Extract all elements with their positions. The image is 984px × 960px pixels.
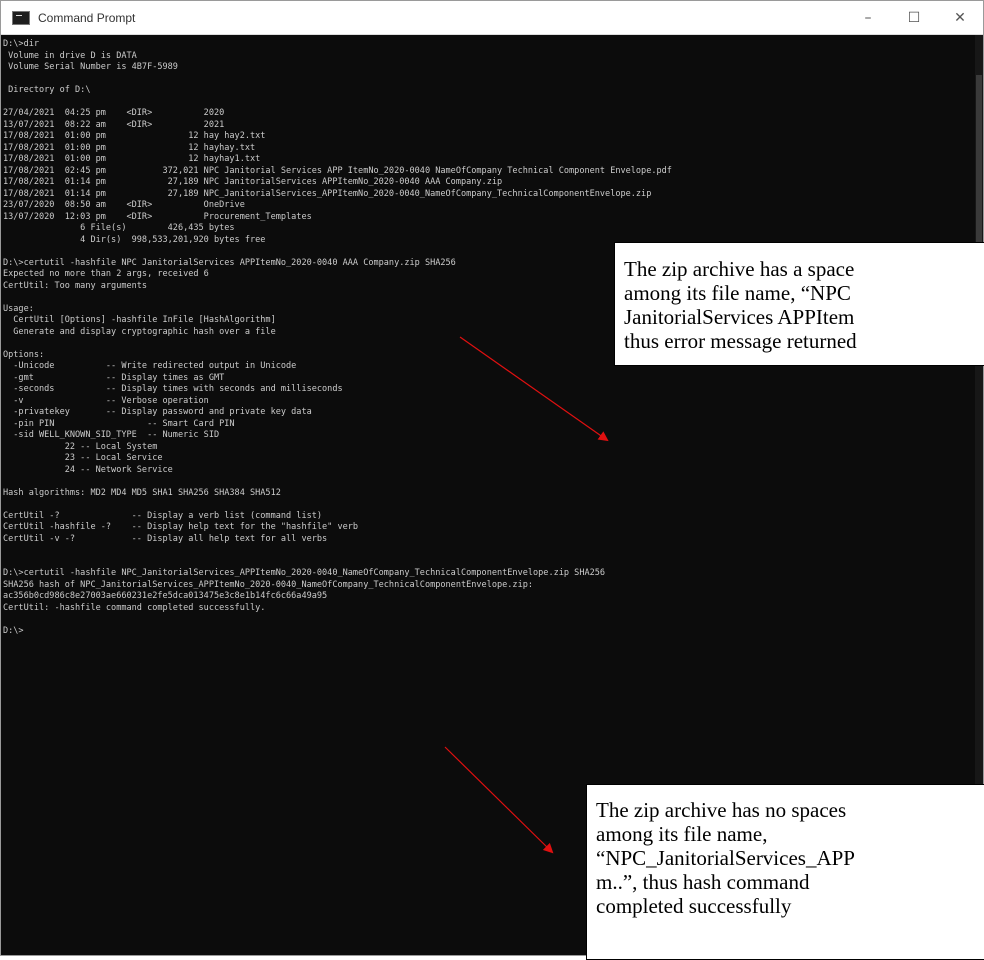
callout-line: The zip archive has a space xyxy=(624,257,855,281)
console-line: Hash algorithms: MD2 MD4 MD5 SHA1 SHA256… xyxy=(3,487,281,498)
console-line: 24 -- Network Service xyxy=(3,464,173,475)
console-line: D:\>certutil -hashfile NPC_JanitorialSer… xyxy=(3,568,606,578)
console-line: 17/08/2021 01:00 pm 12 hayhay1.txt xyxy=(3,154,261,164)
console-line: CertUtil -hashfile -? -- Display help te… xyxy=(3,522,359,532)
console-line: -privatekey -- Display password and priv… xyxy=(3,407,312,417)
console-line: 6 File(s) 426,435 bytes xyxy=(3,223,235,233)
console-line: CertUtil -v -? -- Display all help text … xyxy=(3,533,328,544)
console-line: ac356b0cd986c8e27003ae660231e2fe5dca0134… xyxy=(3,591,328,601)
window-title: Command Prompt xyxy=(38,10,136,25)
callout-line: “NPC_JanitorialServices_APP xyxy=(596,846,855,870)
title-bar[interactable]: Command Prompt – ☐ ✕ xyxy=(1,1,983,35)
callout-line: completed successfully xyxy=(596,894,792,918)
callout-line: m..”, thus hash command xyxy=(596,870,810,894)
console-line: 13/07/2021 08:22 am <DIR> 2021 xyxy=(3,119,225,130)
console-line: -pin PIN -- Smart Card PIN xyxy=(3,418,235,429)
callout-line: thus error message returned xyxy=(624,329,857,353)
callout-line: among its file name, “NPC xyxy=(624,281,851,305)
minimize-button[interactable]: – xyxy=(845,1,891,35)
console-line: -v -- Verbose operation xyxy=(3,395,209,406)
annotation-callout-space-error: The zip archive has a space among its fi… xyxy=(614,242,984,366)
console-line: 17/08/2021 01:14 pm 27,189 NPC Janitoria… xyxy=(3,177,503,187)
console-line: SHA256 hash of NPC_JanitorialServices_AP… xyxy=(3,579,534,590)
console-line: -sid WELL_KNOWN_SID_TYPE -- Numeric SID xyxy=(3,430,220,440)
console-line: D:\> xyxy=(3,625,24,636)
console-line: 17/08/2021 01:00 pm 12 hay hay2.txt xyxy=(3,131,266,141)
console-line: D:\>dir xyxy=(3,39,40,49)
close-button[interactable]: ✕ xyxy=(937,1,983,35)
callout-line: The zip archive has no spaces xyxy=(596,798,847,822)
console-line: Volume Serial Number is 4B7F-5989 xyxy=(3,62,178,72)
console-line: 23/07/2020 08:50 am <DIR> OneDrive xyxy=(3,200,245,210)
callout-line: among its file name, xyxy=(596,822,768,846)
console-line: 23 -- Local Service xyxy=(3,453,163,463)
callout-line: JanitorialServices APPItem xyxy=(624,305,855,329)
console-line: 13/07/2020 12:03 pm <DIR> Procurement_Te… xyxy=(3,211,312,222)
console-line: 17/08/2021 01:00 pm 12 hayhay.txt xyxy=(3,142,256,153)
console-line: 22 -- Local System xyxy=(3,441,158,452)
console-line: -gmt -- Display times as GMT xyxy=(3,372,225,383)
console-line: 17/08/2021 02:45 pm 372,021 NPC Janitori… xyxy=(3,165,672,176)
console-line: 17/08/2021 01:14 pm 27,189 NPC_Janitoria… xyxy=(3,188,652,199)
maximize-button[interactable]: ☐ xyxy=(891,1,937,35)
console-line: CertUtil: -hashfile command completed su… xyxy=(3,602,266,613)
console-line: CertUtil -? -- Display a verb list (comm… xyxy=(3,510,323,521)
console-line: Volume in drive D is DATA xyxy=(3,50,137,61)
console-line: -seconds -- Display times with seconds a… xyxy=(3,384,343,394)
annotation-callout-no-space-success: The zip archive has no spaces among its … xyxy=(586,784,984,960)
cmd-app-icon xyxy=(12,10,30,25)
console-line: 27/04/2021 04:25 pm <DIR> 2020 xyxy=(3,108,225,118)
console-line: Directory of D:\ xyxy=(3,85,91,95)
